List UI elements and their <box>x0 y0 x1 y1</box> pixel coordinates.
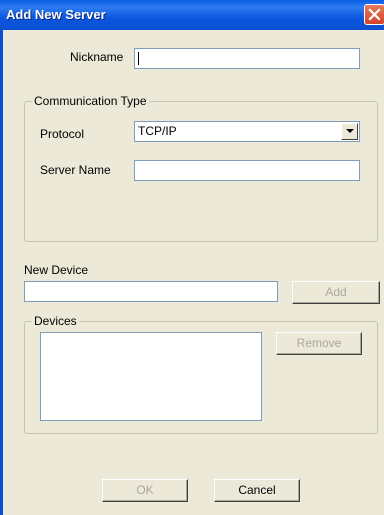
add-new-server-dialog: Add New Server Nickname Communication Ty… <box>0 0 384 515</box>
chevron-down-icon <box>346 129 354 133</box>
devices-label: Devices <box>32 314 79 328</box>
protocol-select[interactable]: TCP/IP <box>134 121 360 142</box>
text-caret <box>138 52 139 65</box>
server-name-input[interactable] <box>134 160 360 181</box>
close-icon <box>368 8 381 21</box>
protocol-selected-value: TCP/IP <box>138 124 177 138</box>
close-button[interactable] <box>364 4 384 25</box>
protocol-label: Protocol <box>40 127 85 141</box>
communication-type-label: Communication Type <box>32 94 149 108</box>
add-device-button[interactable]: Add <box>292 281 380 304</box>
ok-button[interactable]: OK <box>102 479 188 502</box>
cancel-button[interactable]: Cancel <box>214 479 300 502</box>
server-name-label: Server Name <box>40 163 111 177</box>
remove-device-button[interactable]: Remove <box>276 332 362 355</box>
nickname-input[interactable] <box>134 48 360 69</box>
nickname-label: Nickname <box>70 50 124 64</box>
protocol-dropdown-button[interactable] <box>341 123 358 140</box>
new-device-input[interactable] <box>24 281 278 302</box>
new-device-label: New Device <box>24 263 89 277</box>
window-frame-left <box>0 30 3 515</box>
window-title: Add New Server <box>6 7 106 22</box>
devices-list[interactable] <box>40 332 262 421</box>
title-bar[interactable]: Add New Server <box>0 0 384 30</box>
